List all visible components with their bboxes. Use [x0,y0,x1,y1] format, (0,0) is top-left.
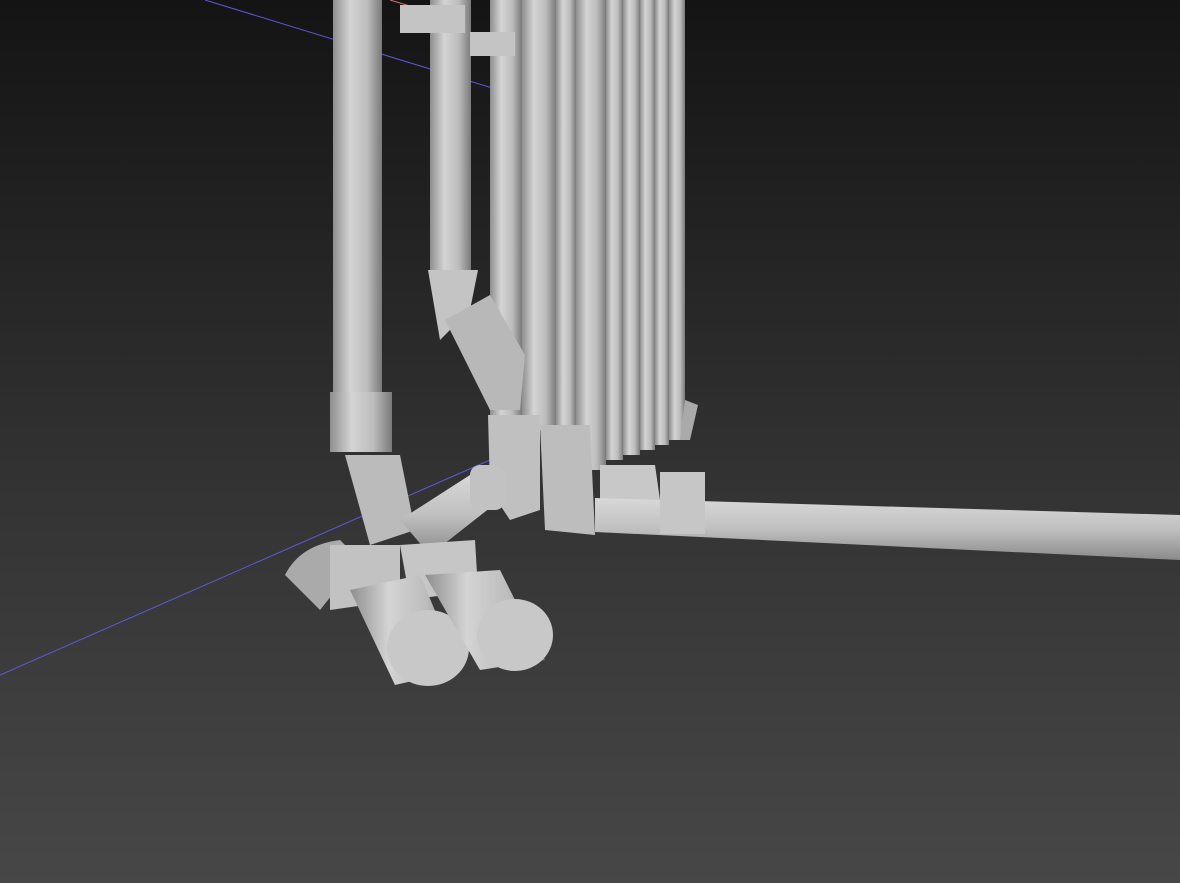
pipe-vertical [640,0,655,450]
pipe-vertical [606,0,623,460]
elbow-fitting [470,465,505,510]
pipe-vertical [556,0,576,440]
pipe-clamp [400,5,465,33]
pipe-cap [477,599,553,671]
pipe-vertical [430,0,471,280]
coupling [330,392,392,452]
scene-render [0,0,1180,883]
tee-fitting [600,465,660,500]
elbow-fitting [540,425,595,535]
pipe-vertical [576,0,606,470]
3d-viewport[interactable] [0,0,1180,883]
pipe-vertical [669,0,685,440]
pipe-vertical [623,0,640,455]
pipe-vertical [522,0,556,430]
pipe-vertical [655,0,669,445]
pipe-vertical [333,0,382,400]
pipe-clamp [470,32,515,56]
pipe-clamp [660,472,705,534]
